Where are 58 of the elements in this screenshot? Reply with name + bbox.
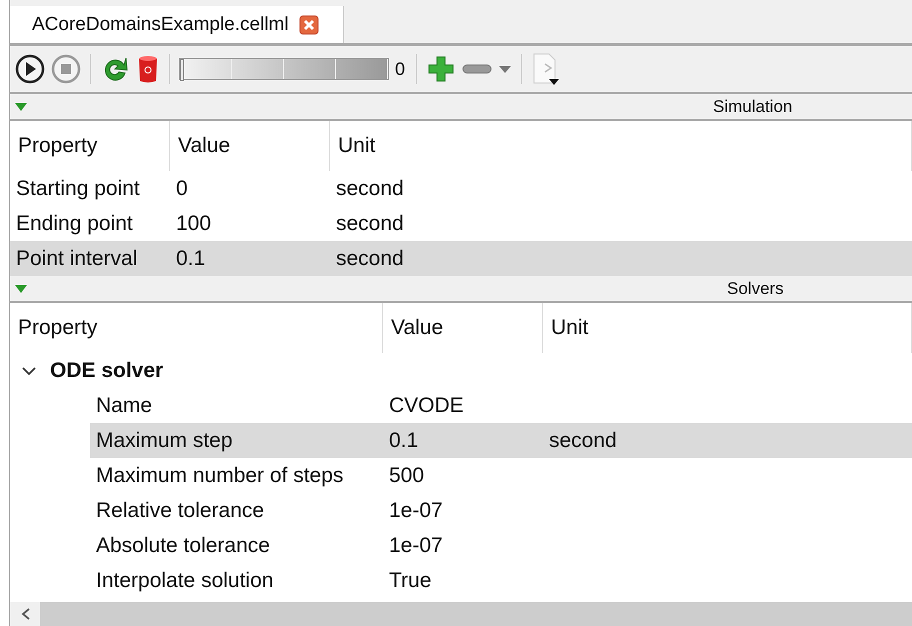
property-row[interactable]: Absolute tolerance 1e-07 (90, 528, 912, 563)
property-cell-text: Relative tolerance (95, 498, 266, 522)
value-cell-text: 0.1 (175, 246, 206, 270)
property-row[interactable]: Name CVODE (90, 388, 912, 423)
value-cell-text: 1e-07 (388, 498, 444, 522)
chevron-icon[interactable] (22, 366, 36, 376)
property-row[interactable]: Maximum number of steps 500 (90, 458, 912, 493)
value-cell-text: 1e-07 (388, 534, 444, 558)
delay-value: 0 (395, 58, 406, 80)
value-cell-text: 100 (175, 212, 212, 236)
property-cell-text: Ending point (15, 212, 134, 236)
tab-label: ACoreDomainsExample.cellml (32, 14, 289, 36)
property-cell-text: Interpolate solution (95, 568, 274, 592)
horizontal-scrollbar[interactable] (10, 602, 912, 626)
unit-cell-text: second (548, 428, 618, 452)
document-export-icon[interactable] (531, 52, 562, 86)
property-cell-text: Maximum step (95, 428, 234, 452)
play-icon[interactable] (15, 54, 45, 84)
column-header[interactable]: Value (170, 121, 330, 171)
property-cell-text: Point interval (15, 246, 138, 270)
unit-cell-text: second (335, 246, 405, 270)
section-title: Simulation (713, 96, 792, 116)
trash-icon[interactable] (136, 54, 160, 84)
section-title: Solvers (727, 278, 784, 298)
add-icon[interactable] (426, 54, 456, 84)
stop-icon[interactable] (51, 54, 81, 84)
column-header[interactable]: Property (10, 303, 383, 353)
column-header[interactable]: Unit (543, 303, 912, 353)
close-icon[interactable] (298, 14, 319, 34)
property-row[interactable]: Maximum step 0.1 second (90, 423, 912, 458)
property-row[interactable]: Interpolate solution True (90, 563, 912, 598)
slider-handle[interactable] (180, 59, 184, 81)
unit-cell-text: second (335, 176, 405, 200)
property-row[interactable]: Point interval 0.1 second (10, 241, 912, 276)
property-cell-text: Name (95, 394, 154, 418)
dropdown-icon[interactable] (498, 64, 512, 74)
scroll-left-icon[interactable] (10, 602, 40, 626)
remove-icon[interactable] (462, 62, 492, 76)
property-row[interactable]: Ending point 100 second (10, 206, 912, 241)
slider-track[interactable] (179, 58, 389, 80)
column-header[interactable]: Unit (330, 121, 912, 171)
column-header[interactable]: Value (383, 303, 543, 353)
value-cell-text: 0 (175, 176, 189, 200)
property-cell-text: Absolute tolerance (95, 534, 271, 558)
property-row[interactable]: Relative tolerance 1e-07 (90, 493, 912, 528)
file-tab[interactable]: ACoreDomainsExample.cellml (10, 6, 344, 43)
property-cell-text: Starting point (15, 176, 141, 200)
value-cell-text: 500 (388, 464, 426, 488)
expand-arrow-icon[interactable] (14, 284, 28, 294)
value-cell-text: 0.1 (388, 428, 420, 452)
unit-cell-text: second (335, 212, 405, 236)
value-cell-text: CVODE (388, 394, 465, 418)
group-label: ODE solver (50, 358, 164, 382)
value-cell-text: True (388, 568, 432, 592)
column-header[interactable]: Property (10, 121, 170, 171)
property-cell-text: Maximum number of steps (95, 464, 344, 488)
expand-arrow-icon[interactable] (14, 102, 28, 112)
property-row[interactable]: Starting point 0 second (10, 171, 912, 206)
